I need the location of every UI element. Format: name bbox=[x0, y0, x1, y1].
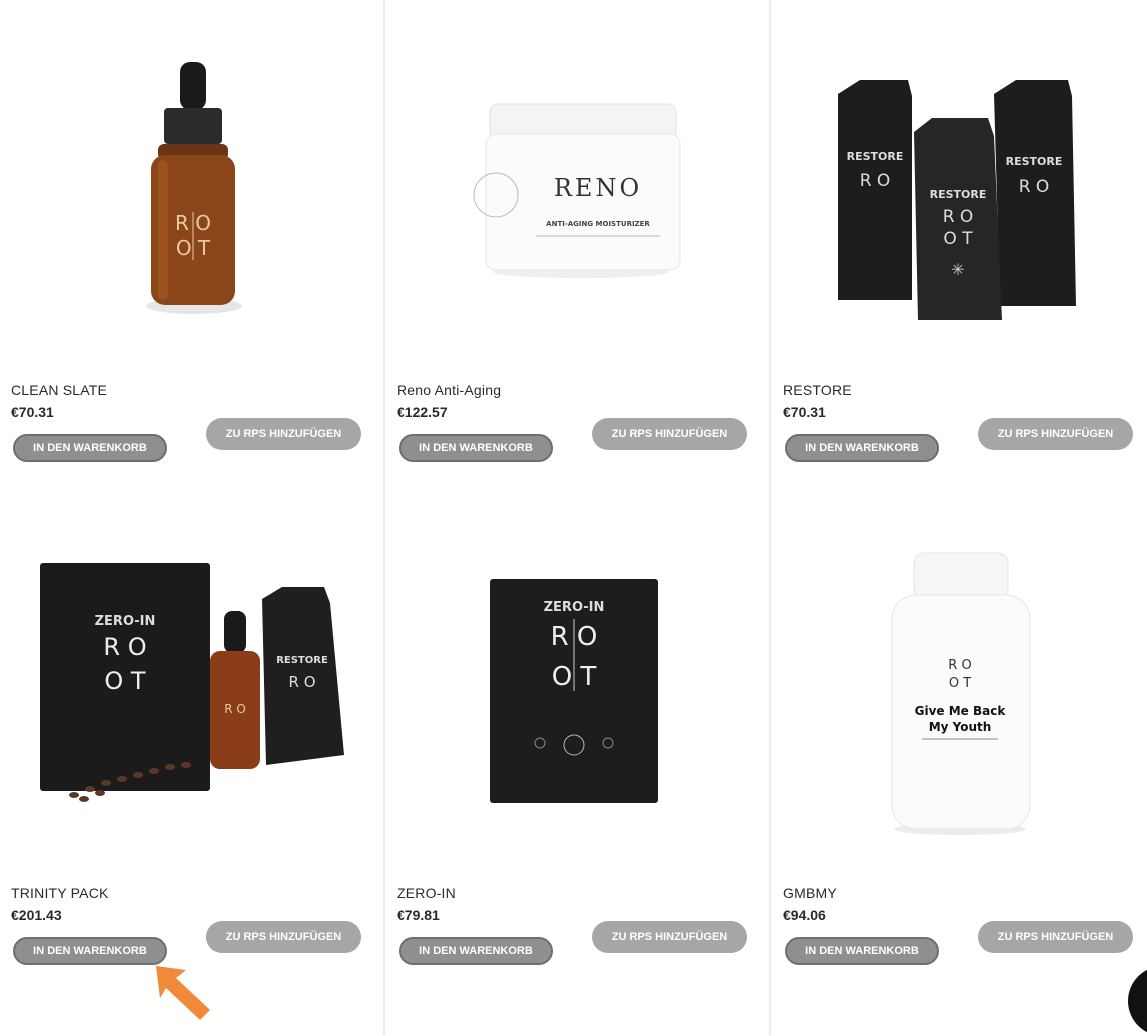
arrow-pointer-icon bbox=[156, 966, 210, 1020]
add-to-cart-button[interactable]: IN DEN WARENKORB bbox=[399, 937, 553, 965]
bottle-label: Give Me Back bbox=[915, 704, 1007, 718]
svg-text:RESTORE: RESTORE bbox=[1006, 155, 1063, 168]
bottle-label: R O bbox=[948, 658, 971, 673]
product-card-restore: RESTORE RESTORE RESTORE R O O T R O R O … bbox=[772, 0, 1147, 517]
black-box-image: ZERO-IN R O O T bbox=[490, 579, 658, 803]
product-image-clean-slate[interactable]: R O O T bbox=[0, 0, 385, 370]
svg-text:R O: R O bbox=[1019, 177, 1050, 197]
product-name[interactable]: CLEAN SLATE bbox=[11, 382, 107, 398]
add-to-cart-button[interactable]: IN DEN WARENKORB bbox=[399, 434, 553, 462]
product-image-gmbmy[interactable]: R O O T Give Me Back My Youth bbox=[772, 503, 1147, 873]
product-card-gmbmy: R O O T Give Me Back My Youth GMBMY €94.… bbox=[772, 503, 1147, 1020]
svg-text:R O: R O bbox=[224, 702, 246, 716]
bottle-label: O T bbox=[949, 676, 971, 691]
product-image-zero-in[interactable]: ZERO-IN R O O T bbox=[386, 503, 771, 873]
white-jar-image: RENO ANTI-AGING MOISTURIZER bbox=[473, 103, 681, 278]
pouch-label: O T bbox=[943, 229, 973, 249]
product-image-reno[interactable]: RENO ANTI-AGING MOISTURIZER bbox=[386, 0, 771, 370]
product-card-reno-anti-aging: RENO ANTI-AGING MOISTURIZER Reno Anti-Ag… bbox=[386, 0, 771, 517]
jar-brand: RENO bbox=[554, 174, 642, 202]
pouch-label: RESTORE bbox=[930, 188, 987, 201]
jar-subtitle: ANTI-AGING MOISTURIZER bbox=[546, 220, 650, 228]
add-to-cart-button[interactable]: IN DEN WARENKORB bbox=[785, 937, 939, 965]
add-to-rps-button[interactable]: ZU RPS HINZUFÜGEN bbox=[206, 418, 361, 450]
product-price: €201.43 bbox=[11, 907, 62, 923]
bottle-label: My Youth bbox=[929, 720, 992, 734]
bundle-image: ZERO-IN R O O T R O RESTORE R O bbox=[40, 563, 344, 802]
product-card-clean-slate: R O O T CLEAN SLATE €70.31 IN DEN WARENK… bbox=[0, 0, 385, 517]
add-to-cart-button[interactable]: IN DEN WARENKORB bbox=[13, 434, 167, 462]
product-price: €79.81 bbox=[397, 907, 440, 923]
box-label: R O bbox=[103, 633, 146, 661]
box-label: ZERO-IN bbox=[544, 600, 605, 615]
product-price: €94.06 bbox=[783, 907, 826, 923]
box-label: ZERO-IN bbox=[95, 614, 156, 629]
product-price: €70.31 bbox=[11, 404, 54, 420]
add-to-rps-button[interactable]: ZU RPS HINZUFÜGEN bbox=[592, 418, 747, 450]
pouch-label: R O bbox=[943, 207, 974, 227]
svg-text:RESTORE: RESTORE bbox=[276, 655, 328, 666]
product-image-trinity-pack[interactable]: ZERO-IN R O O T R O RESTORE R O bbox=[0, 503, 385, 873]
dropper-bottle-image: R O O T bbox=[146, 62, 242, 314]
product-name[interactable]: GMBMY bbox=[783, 885, 837, 901]
add-to-rps-button[interactable]: ZU RPS HINZUFÜGEN bbox=[592, 921, 747, 953]
white-bottle-image: R O O T Give Me Back My Youth bbox=[891, 552, 1031, 835]
product-card-zero-in: ZERO-IN R O O T ZERO-IN €79.81 IN DEN WA… bbox=[386, 503, 771, 1020]
add-to-rps-button[interactable]: ZU RPS HINZUFÜGEN bbox=[206, 921, 361, 953]
product-image-restore[interactable]: RESTORE RESTORE RESTORE R O O T R O R O … bbox=[772, 0, 1147, 370]
add-to-cart-button[interactable]: IN DEN WARENKORB bbox=[785, 434, 939, 462]
product-price: €70.31 bbox=[783, 404, 826, 420]
add-to-cart-button[interactable]: IN DEN WARENKORB bbox=[13, 937, 167, 965]
product-card-trinity-pack: ZERO-IN R O O T R O RESTORE R O TRINITY … bbox=[0, 503, 385, 1020]
svg-text:✳: ✳ bbox=[951, 260, 964, 279]
product-name[interactable]: ZERO-IN bbox=[397, 885, 456, 901]
product-grid: R O O T CLEAN SLATE €70.31 IN DEN WARENK… bbox=[0, 0, 1147, 1035]
add-to-rps-button[interactable]: ZU RPS HINZUFÜGEN bbox=[978, 921, 1133, 953]
box-label: O T bbox=[104, 667, 146, 695]
add-to-rps-button[interactable]: ZU RPS HINZUFÜGEN bbox=[978, 418, 1133, 450]
product-name[interactable]: Reno Anti-Aging bbox=[397, 382, 501, 398]
pouches-image: RESTORE RESTORE RESTORE R O O T R O R O … bbox=[838, 80, 1076, 320]
svg-text:RESTORE: RESTORE bbox=[847, 150, 904, 163]
product-name[interactable]: TRINITY PACK bbox=[11, 885, 109, 901]
svg-text:R O: R O bbox=[860, 171, 891, 191]
product-price: €122.57 bbox=[397, 404, 448, 420]
svg-text:R O: R O bbox=[289, 673, 316, 691]
product-name[interactable]: RESTORE bbox=[783, 382, 852, 398]
